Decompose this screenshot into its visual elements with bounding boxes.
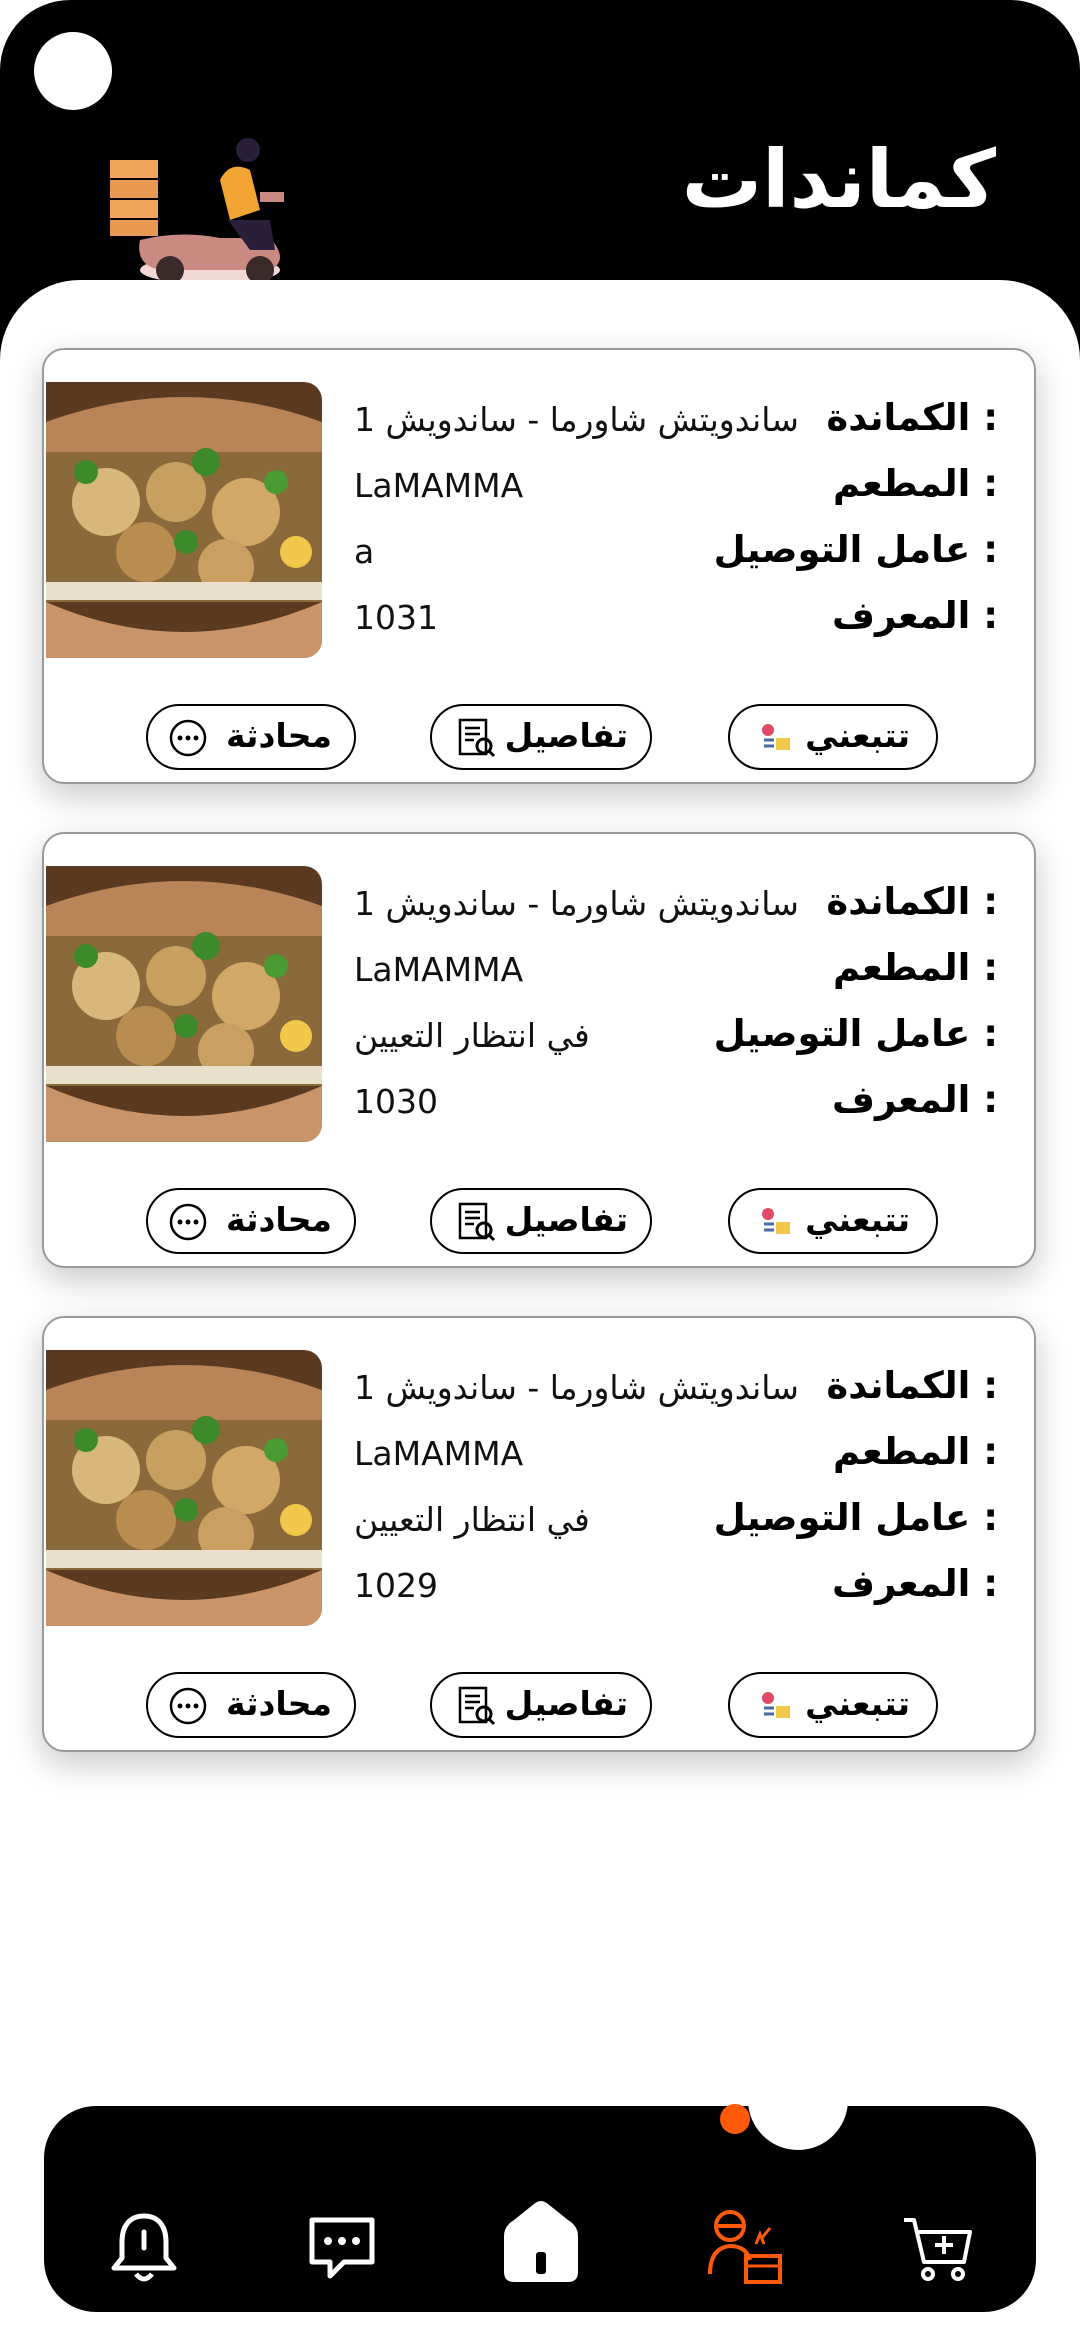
delivery-courier-icon[interactable]	[700, 2204, 784, 2292]
restaurant-label: : المطعم	[832, 1430, 998, 1473]
food-image	[46, 866, 322, 1142]
chat-icon	[168, 1686, 208, 1726]
details-button[interactable]: تفاصيل	[430, 704, 652, 770]
track-button[interactable]: تتبعني	[728, 704, 938, 770]
details-icon	[454, 716, 498, 760]
courier-label: : عامل التوصيل	[713, 528, 998, 571]
details-icon	[454, 1684, 498, 1728]
details-button[interactable]: تفاصيل	[430, 1672, 652, 1738]
courier-value: a	[354, 532, 375, 571]
restaurant-value: LaMAMMA	[354, 1434, 524, 1473]
courier-label: : عامل التوصيل	[713, 1496, 998, 1539]
order-label: : الكماندة	[826, 880, 998, 923]
id-label: : المعرف	[832, 1562, 998, 1605]
track-button[interactable]: تتبعني	[728, 1188, 938, 1254]
order-card: : الكماندة ساندويتش شاورما - ساندويش 1 :…	[42, 348, 1036, 784]
restaurant-label: : المطعم	[832, 462, 998, 505]
id-value: 1029	[354, 1566, 438, 1605]
delivery-scooter-illustration	[100, 120, 310, 290]
restaurant-value: LaMAMMA	[354, 950, 524, 989]
id-label: : المعرف	[832, 1078, 998, 1121]
order-card: : الكماندة ساندويتش شاورما - ساندويش 1 :…	[42, 832, 1036, 1268]
id-label: : المعرف	[832, 594, 998, 637]
chat-icon	[168, 1202, 208, 1242]
food-image	[46, 382, 322, 658]
courier-value: في انتظار التعيين	[354, 1016, 590, 1055]
track-icon	[758, 1204, 794, 1240]
track-icon	[758, 1688, 794, 1724]
restaurant-value: LaMAMMA	[354, 466, 524, 505]
chat-button[interactable]: محادثة	[146, 1188, 356, 1254]
order-card: : الكماندة ساندويتش شاورما - ساندويش 1 :…	[42, 1316, 1036, 1752]
active-indicator-dot	[720, 2104, 750, 2134]
chat-icon	[168, 718, 208, 758]
home-icon[interactable]	[496, 2196, 586, 2290]
details-icon	[454, 1200, 498, 1244]
order-value: ساندويتش شاورما - ساندويش 1	[354, 884, 799, 923]
restaurant-label: : المطعم	[832, 946, 998, 989]
id-value: 1031	[354, 598, 438, 637]
camera-cutout	[34, 32, 112, 110]
courier-value: في انتظار التعيين	[354, 1500, 590, 1539]
track-button[interactable]: تتبعني	[728, 1672, 938, 1738]
bell-icon[interactable]	[108, 2210, 180, 2290]
cart-add-icon[interactable]	[900, 2210, 976, 2290]
order-label: : الكماندة	[826, 396, 998, 439]
courier-label: : عامل التوصيل	[713, 1012, 998, 1055]
id-value: 1030	[354, 1082, 438, 1121]
order-label: : الكماندة	[826, 1364, 998, 1407]
order-value: ساندويتش شاورما - ساندويش 1	[354, 400, 799, 439]
food-image	[46, 1350, 322, 1626]
details-button[interactable]: تفاصيل	[430, 1188, 652, 1254]
chat-button[interactable]: محادثة	[146, 1672, 356, 1738]
order-value: ساندويتش شاورما - ساندويش 1	[354, 1368, 799, 1407]
chat-button[interactable]: محادثة	[146, 704, 356, 770]
chat-bubble-icon[interactable]	[304, 2210, 380, 2290]
page-title: كماندات	[681, 133, 996, 226]
track-icon	[758, 720, 794, 756]
